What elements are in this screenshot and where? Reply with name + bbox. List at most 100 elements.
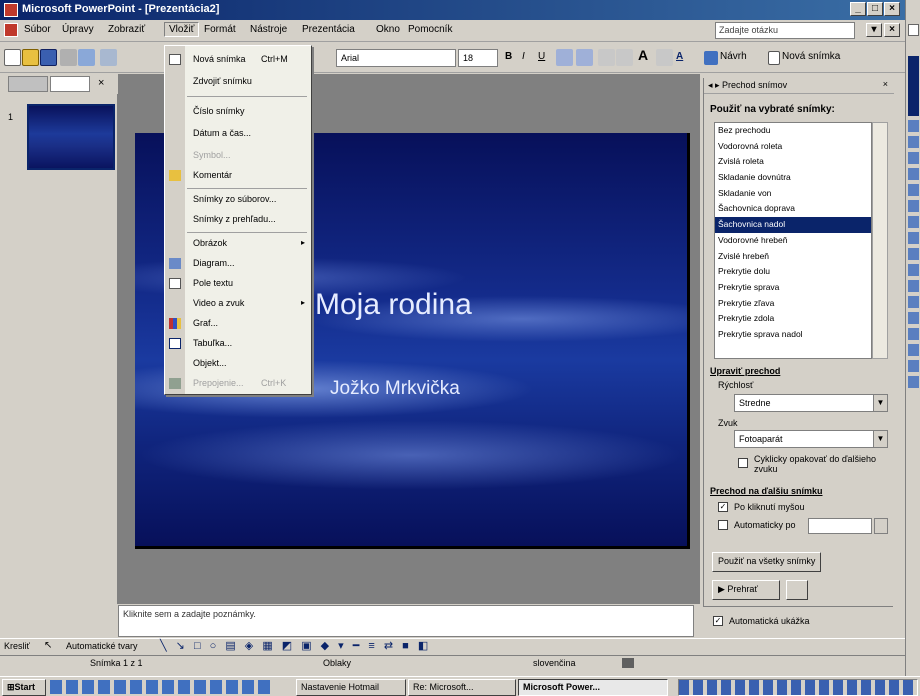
font-size-select[interactable]: 18: [458, 49, 498, 67]
draw-menu-button[interactable]: Kresliť: [4, 641, 30, 651]
menu-item-diagram[interactable]: Diagram...: [193, 258, 235, 268]
menu-item-comment[interactable]: Komentár: [193, 170, 232, 180]
sound-select[interactable]: Fotoaparát ▼: [734, 430, 888, 448]
menu-item-object[interactable]: Objekt...: [193, 358, 227, 368]
menu-item-slides-from-files[interactable]: Snímky zo súborov...: [193, 194, 276, 204]
italic-button[interactable]: I: [522, 51, 525, 62]
open-icon[interactable]: [22, 49, 39, 66]
doc-close-button[interactable]: ×: [884, 23, 900, 37]
ask-question-input[interactable]: Zadajte otázku: [715, 22, 855, 39]
bullets-icon[interactable]: [616, 49, 633, 66]
menu-item-chart[interactable]: Graf...: [193, 318, 218, 328]
menu-item-symbol[interactable]: Symbol...: [193, 150, 231, 160]
design-icon[interactable]: [704, 51, 718, 65]
menu-insert[interactable]: Vložiť: [164, 22, 200, 37]
font-color-button[interactable]: A: [676, 51, 683, 62]
menu-item-date-time[interactable]: Dátum a čas...: [193, 128, 251, 138]
transition-item[interactable]: Zvislé hrebeň: [715, 249, 871, 265]
task-pane-close-icon[interactable]: ×: [883, 79, 888, 89]
menu-item-new-slide[interactable]: Nová snímka: [193, 54, 246, 64]
transition-list[interactable]: Bez prechodu Vodorovná roleta Zvislá rolet…: [714, 122, 872, 359]
taskbar-item-powerpoint[interactable]: Microsoft Power...: [518, 679, 668, 696]
view-buttons[interactable]: [0, 620, 118, 636]
doc-minimize-button[interactable]: ▾: [866, 23, 882, 37]
taskbar-item-mail[interactable]: Nastavenie Hotmail: [296, 679, 406, 696]
menu-window[interactable]: Okno: [376, 24, 400, 35]
transition-item[interactable]: Vodorovná roleta: [715, 139, 871, 155]
menu-tools[interactable]: Nástroje: [250, 24, 287, 35]
align-center-icon[interactable]: [576, 49, 593, 66]
menu-item-slide-number[interactable]: Číslo snímky: [193, 106, 245, 116]
menu-edit[interactable]: Úpravy: [62, 24, 94, 35]
chevron-down-icon[interactable]: ▼: [873, 395, 887, 411]
spinner-icon[interactable]: [874, 518, 888, 534]
slide-title[interactable]: Moja rodina: [315, 288, 472, 322]
maximize-button[interactable]: □: [867, 2, 883, 16]
drawing-tools-icons[interactable]: ╲ ↘ □ ○ ▤ ◈ ▦ ◩ ▣ ◆ ▾ ━ ≡ ⇄ ■ ◧: [160, 639, 431, 652]
transition-item[interactable]: Prekrytie dolu: [715, 264, 871, 280]
loop-sound-checkbox[interactable]: [738, 458, 748, 468]
transition-item[interactable]: Vodorovné hrebeň: [715, 233, 871, 249]
transition-item[interactable]: Šachovnica nadol: [715, 217, 871, 233]
close-pane-icon[interactable]: ×: [98, 77, 104, 89]
system-tray[interactable]: [678, 679, 918, 696]
transition-item[interactable]: Zvislá roleta: [715, 154, 871, 170]
start-button[interactable]: ⊞Start: [2, 679, 46, 696]
new-slide-button[interactable]: Nová snímka: [782, 51, 840, 62]
paste-icon[interactable]: [78, 49, 95, 66]
new-slide-icon[interactable]: [768, 51, 780, 65]
shortcut-icon[interactable]: [908, 24, 919, 36]
document-icon[interactable]: [4, 23, 18, 37]
font-name-select[interactable]: Arial: [336, 49, 456, 67]
autoshapes-button[interactable]: Automatické tvary: [66, 641, 138, 651]
transition-item[interactable]: Skladanie von: [715, 186, 871, 202]
slide-thumbnail[interactable]: [27, 104, 115, 170]
powerpoint-app-icon[interactable]: [4, 3, 18, 17]
back-icon[interactable]: ◂ ▸: [708, 80, 722, 90]
menu-item-hyperlink[interactable]: Prepojenie...: [193, 378, 244, 388]
transition-item[interactable]: Prekrytie sprava nadol: [715, 327, 871, 343]
menu-help[interactable]: Pomocník: [408, 24, 452, 35]
auto-advance-checkbox[interactable]: [718, 520, 728, 530]
tab-outline[interactable]: [8, 76, 48, 92]
apply-all-button[interactable]: Použiť na všetky snímky: [712, 552, 822, 572]
menu-item-slides-from-outline[interactable]: Snímky z prehľadu...: [193, 214, 276, 224]
increase-font-button[interactable]: A: [638, 47, 648, 63]
minimize-button[interactable]: _: [850, 2, 866, 16]
save-icon[interactable]: [40, 49, 57, 66]
transition-item[interactable]: Prekrytie zdola: [715, 311, 871, 327]
menu-item-picture[interactable]: Obrázok: [193, 238, 227, 248]
menu-item-duplicate-slide[interactable]: Zdvojiť snímku: [193, 76, 252, 86]
chevron-down-icon[interactable]: ▼: [873, 431, 887, 447]
menu-slideshow[interactable]: Prezentácia: [302, 24, 355, 35]
menu-item-table[interactable]: Tabuľka...: [193, 338, 232, 348]
task-pane-title[interactable]: Prechod snímov: [722, 80, 787, 90]
auto-advance-time-input[interactable]: [808, 518, 872, 534]
align-left-icon[interactable]: [556, 49, 573, 66]
play-button[interactable]: ▶ Prehrať: [712, 580, 780, 600]
print-icon[interactable]: [60, 49, 77, 66]
office-app-icons[interactable]: [908, 120, 919, 390]
new-icon[interactable]: [4, 49, 21, 66]
numbering-icon[interactable]: [598, 49, 615, 66]
close-button[interactable]: ×: [884, 2, 900, 16]
tab-slides[interactable]: [50, 76, 90, 92]
quick-launch-icons[interactable]: [50, 680, 270, 694]
select-pointer-icon[interactable]: ↖: [44, 640, 52, 651]
on-click-checkbox[interactable]: ✓: [718, 502, 728, 512]
notes-pane[interactable]: Kliknite sem a zadajte poznámky.: [118, 605, 694, 637]
menu-item-textbox[interactable]: Pole textu: [193, 278, 233, 288]
transition-item[interactable]: Prekrytie sprava: [715, 280, 871, 296]
menu-view[interactable]: Zobraziť: [108, 24, 145, 35]
menu-file[interactable]: Súbor: [24, 24, 51, 35]
bold-button[interactable]: B: [505, 51, 512, 62]
design-button[interactable]: Návrh: [720, 51, 747, 62]
transition-item[interactable]: Skladanie dovnútra: [715, 170, 871, 186]
autopreview-checkbox[interactable]: ✓: [713, 616, 723, 626]
undo-icon[interactable]: [100, 49, 117, 66]
underline-button[interactable]: U: [538, 51, 545, 62]
speed-select[interactable]: Stredne ▼: [734, 394, 888, 412]
transition-list-scrollbar[interactable]: [872, 122, 888, 359]
slide-subtitle[interactable]: Jožko Mrkvička: [330, 378, 460, 400]
menu-format[interactable]: Formát: [204, 24, 236, 35]
